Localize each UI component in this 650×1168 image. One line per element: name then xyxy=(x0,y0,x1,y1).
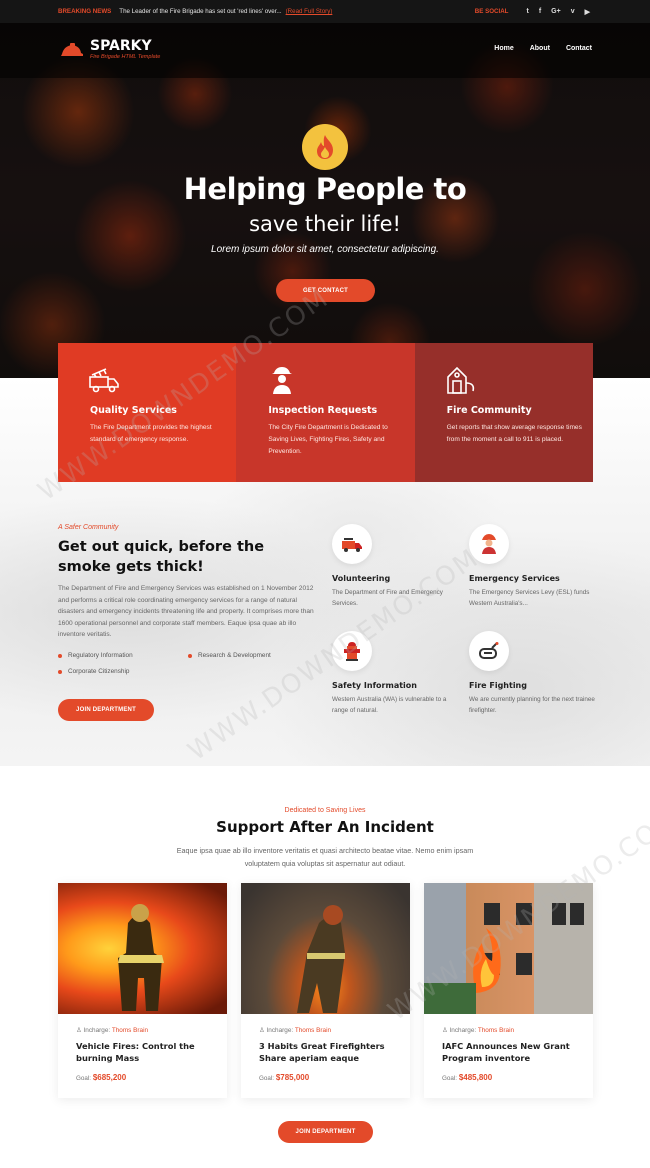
brand-name: SPARKY xyxy=(90,38,152,54)
card-meta: ♙ Incharge: Thoms Brain xyxy=(442,1027,515,1034)
feature-card-inspection[interactable]: Inspection Requests The City Fire Depart… xyxy=(236,343,415,482)
fire-truck-icon xyxy=(89,368,119,393)
nav-contact[interactable]: Contact xyxy=(566,45,592,52)
hero-subtitle: save their life! xyxy=(249,212,401,236)
hero-lead: Lorem ipsum dolor sit amet, consectetur … xyxy=(211,244,439,255)
bullet-item: Regulatory Information xyxy=(58,652,133,659)
service-text: The Emergency Services Levy (ESL) funds … xyxy=(469,589,590,607)
feature-text: The City Fire Department is Dedicated to… xyxy=(268,424,388,455)
google-plus-icon[interactable]: G+ xyxy=(551,8,561,15)
bullet-dot-icon xyxy=(188,653,192,658)
card-goal: Goal: $785,000 xyxy=(259,1073,310,1082)
twitter-icon[interactable]: t xyxy=(526,8,528,15)
feature-card-community[interactable]: Fire Community Get reports that show ave… xyxy=(414,343,593,482)
about-title: Get out quick, before the smoke gets thi… xyxy=(58,539,265,575)
incharge-name[interactable]: Thoms Brain xyxy=(478,1027,514,1034)
card-title[interactable]: 3 Habits Great Firefighters Share aperia… xyxy=(259,1040,392,1064)
user-icon: ♙ xyxy=(259,1027,267,1034)
fire-helmet-icon xyxy=(61,42,83,56)
firefighter-flames-image xyxy=(58,883,227,1014)
about-kicker: A Safer Community xyxy=(58,524,119,531)
breaking-news-label: BREAKING NEWS xyxy=(58,8,112,15)
incharge-name[interactable]: Thoms Brain xyxy=(295,1027,331,1034)
site-logo[interactable]: SPARKY Fire Brigade HTML Template xyxy=(60,39,160,60)
service-title: Emergency Services xyxy=(469,574,560,583)
join-department-button-bottom[interactable]: JOIN DEPARTMENT xyxy=(278,1121,373,1143)
fire-hose-icon xyxy=(469,631,509,671)
card-meta: ♙ Incharge: Thoms Brain xyxy=(259,1027,332,1034)
feature-text: Get reports that show average response t… xyxy=(446,424,582,443)
fire-truck-icon xyxy=(332,524,372,564)
flame-icon xyxy=(302,124,348,170)
nav-about[interactable]: About xyxy=(530,45,550,52)
service-title: Safety Information xyxy=(332,681,417,690)
card-title[interactable]: Vehicle Fires: Control the burning Mass xyxy=(76,1040,209,1064)
bullet-item: Corporate Citizenship xyxy=(58,668,129,675)
feature-title: Fire Community xyxy=(446,405,532,416)
bullet-dot-icon xyxy=(58,653,62,658)
support-title: Support After An Incident xyxy=(216,818,434,836)
top-bar: BREAKING NEWS The Leader of the Fire Bri… xyxy=(0,0,650,23)
read-full-story-link[interactable]: (Read Full Story) xyxy=(286,8,333,15)
user-icon: ♙ xyxy=(442,1027,450,1034)
support-text: Eaque ipsa quae ab illo inventore verita… xyxy=(176,846,474,868)
nav-home[interactable]: Home xyxy=(494,45,513,52)
feature-title: Inspection Requests xyxy=(268,405,378,416)
main-navbar: SPARKY Fire Brigade HTML Template Home A… xyxy=(0,23,650,78)
youtube-icon[interactable]: ▶ xyxy=(585,8,590,16)
firefighter-smoke-image xyxy=(241,883,410,1014)
be-social-label: BE SOCIAL xyxy=(474,8,509,15)
main-nav: Home About Contact xyxy=(494,45,592,52)
service-emergency[interactable]: Emergency Services The Emergency Service… xyxy=(469,524,599,609)
service-text: Western Australia (WA) is vulnerable to … xyxy=(332,696,447,714)
firefighter-icon xyxy=(272,367,293,394)
social-links: BE SOCIAL t f G+ v ▶ xyxy=(475,0,590,23)
fire-station-icon xyxy=(446,366,474,394)
about-text: The Department of Fire and Emergency Ser… xyxy=(58,585,314,638)
vimeo-icon[interactable]: v xyxy=(571,8,575,15)
card-title[interactable]: IAFC Announces New Grant Program invento… xyxy=(442,1040,575,1064)
user-icon: ♙ xyxy=(76,1027,84,1034)
brand-tagline: Fire Brigade HTML Template xyxy=(90,54,161,60)
card-goal: Goal: $685,200 xyxy=(76,1073,127,1082)
support-kicker: Dedicated to Saving Lives xyxy=(284,807,366,814)
facebook-icon[interactable]: f xyxy=(539,8,541,15)
service-text: We are currently planning for the next t… xyxy=(469,696,595,714)
campaign-card[interactable]: ♙ Incharge: Thoms Brain 3 Habits Great F… xyxy=(241,883,410,1098)
card-meta: ♙ Incharge: Thoms Brain xyxy=(76,1027,149,1034)
service-firefighting[interactable]: Fire Fighting We are currently planning … xyxy=(469,631,599,716)
incharge-name[interactable]: Thoms Brain xyxy=(112,1027,148,1034)
bullet-dot-icon xyxy=(58,669,62,674)
card-goal: Goal: $485,800 xyxy=(442,1073,493,1082)
service-title: Fire Fighting xyxy=(469,681,527,690)
bullet-item: Research & Development xyxy=(188,652,271,659)
breaking-news-text: The Leader of the Fire Brigade has set o… xyxy=(119,8,282,15)
join-department-button[interactable]: JOIN DEPARTMENT xyxy=(58,699,154,721)
hero-title: Helping People to xyxy=(183,172,467,206)
campaign-card[interactable]: ♙ Incharge: Thoms Brain Vehicle Fires: C… xyxy=(58,883,227,1098)
